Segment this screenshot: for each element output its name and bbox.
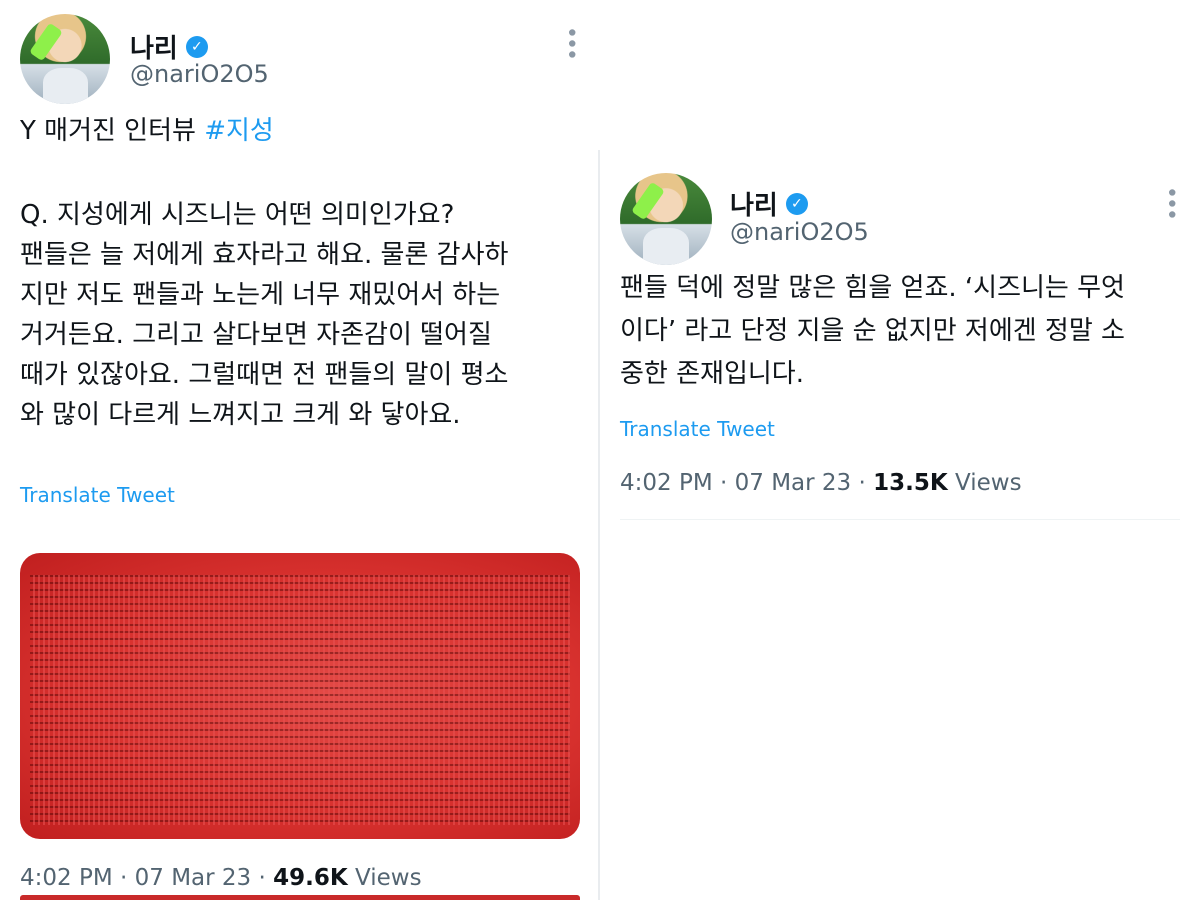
views-label: Views xyxy=(955,470,1022,496)
separator: · xyxy=(712,470,735,496)
views-count: 13.5K xyxy=(873,470,948,496)
tweet-date[interactable]: 07 Mar 23 xyxy=(735,470,852,496)
right-tweet: 나리 ✓ @nariO2O5 ••• 팬들 덕에 정말 많은 힘을 얻죠. ‘시… xyxy=(600,150,1200,900)
tweet-title-line: Y 매거진 인터뷰 #지성 xyxy=(20,111,274,151)
tweet-meta: 4:02 PM · 07 Mar 23 · 49.6K Views xyxy=(20,865,422,891)
views-count: 49.6K xyxy=(273,865,348,891)
author-handle[interactable]: @nariO2O5 xyxy=(130,60,269,88)
avatar[interactable] xyxy=(20,14,110,104)
tweet-prefix-text: Y 매거진 인터뷰 xyxy=(20,116,205,146)
tweet-date[interactable]: 07 Mar 23 xyxy=(135,865,252,891)
author-name[interactable]: 나리 ✓ xyxy=(730,185,808,222)
author-name-text: 나리 xyxy=(730,191,778,221)
tweet-body: Q. 지성에게 시즈니는 어떤 의미인가요? 팬들은 늘 저에게 효자라고 해요… xyxy=(20,200,509,430)
next-image-edge xyxy=(20,895,580,900)
more-options-icon[interactable]: ••• xyxy=(1158,186,1183,219)
separator: · xyxy=(251,865,274,891)
verified-badge-icon: ✓ xyxy=(185,35,208,58)
image-dot-texture xyxy=(30,575,570,825)
tweet-meta: 4:02 PM · 07 Mar 23 · 13.5K Views xyxy=(620,470,1022,496)
tweet-time[interactable]: 4:02 PM xyxy=(620,470,713,496)
left-tweet: 나리 ✓ @nariO2O5 ••• Y 매거진 인터뷰 #지성 Q. 지성에게… xyxy=(0,0,600,900)
avatar[interactable] xyxy=(620,173,712,265)
separator: · xyxy=(851,470,874,496)
tweet-time[interactable]: 4:02 PM xyxy=(20,865,113,891)
separator: · xyxy=(112,865,135,891)
author-handle[interactable]: @nariO2O5 xyxy=(730,218,869,246)
hashtag-link[interactable]: #지성 xyxy=(204,116,274,146)
divider xyxy=(620,519,1180,520)
views-label: Views xyxy=(355,865,422,891)
tweet-body: 팬들 덕에 정말 많은 힘을 얻죠. ‘시즈니는 무엇 이다’ 라고 단정 지을… xyxy=(620,273,1125,389)
verified-badge-icon: ✓ xyxy=(785,192,808,215)
translate-tweet-link[interactable]: Translate Tweet xyxy=(620,417,775,441)
more-options-icon[interactable]: ••• xyxy=(558,26,583,59)
tweet-image[interactable] xyxy=(20,553,580,839)
translate-tweet-link[interactable]: Translate Tweet xyxy=(20,483,175,507)
